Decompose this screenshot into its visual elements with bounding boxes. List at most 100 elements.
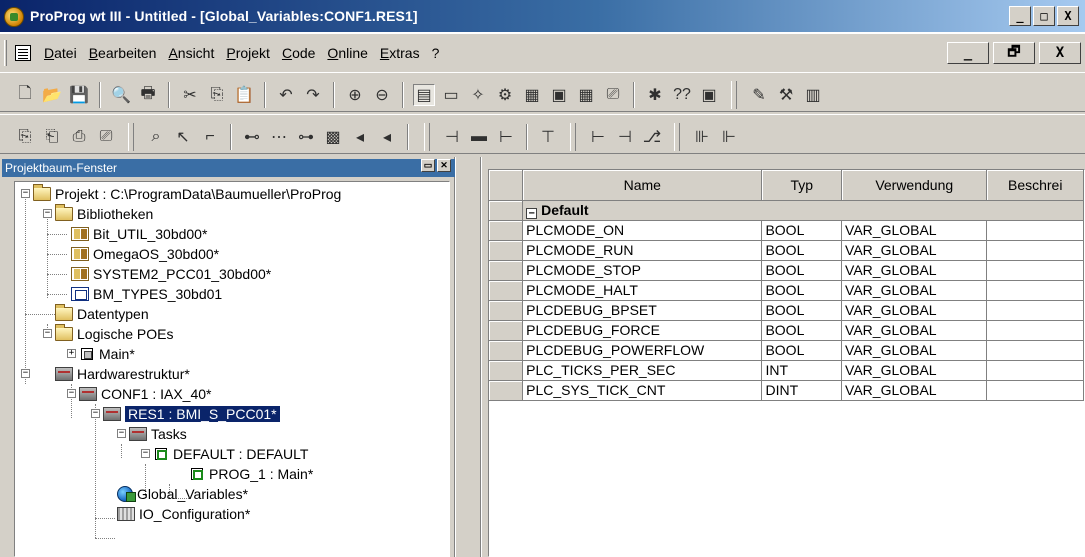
print-preview-icon[interactable]: 🔍 xyxy=(110,84,132,106)
comment-icon[interactable]: ⋯ xyxy=(268,126,290,148)
insert-var-icon[interactable]: ⎗ xyxy=(41,126,63,148)
table-row[interactable]: PLCDEBUG_FORCE BOOL VAR_GLOBAL xyxy=(489,320,1084,341)
menu-help[interactable]: ? xyxy=(426,45,446,61)
project-tree[interactable]: − Projekt : C:\ProgramData\Baumueller\Pr… xyxy=(14,181,450,557)
zoom-in-icon[interactable]: ⊕ xyxy=(344,84,366,106)
menu-bearbeiten[interactable]: Bearbeiten xyxy=(83,45,163,61)
table-row[interactable]: PLCDEBUG_BPSET BOOL VAR_GLOBAL xyxy=(489,300,1084,321)
cell-beschreibung[interactable] xyxy=(986,220,1084,241)
tree-collapse-hardware[interactable]: − xyxy=(21,369,30,378)
row-header[interactable] xyxy=(489,220,524,241)
help-icon[interactable]: ?? xyxy=(671,84,693,106)
ladder-mid-icon[interactable]: ▬ xyxy=(468,126,490,148)
tree-node-project[interactable]: Projekt : C:\ProgramData\Baumueller\ProP… xyxy=(33,184,341,204)
row-header[interactable] xyxy=(489,360,524,381)
copy-icon[interactable]: ⎘ xyxy=(206,84,228,106)
grid-icon[interactable]: ▦ xyxy=(575,84,597,106)
monitor-icon[interactable]: ▣ xyxy=(698,84,720,106)
group-cell[interactable]: − Default xyxy=(522,200,1084,221)
mdi-close-button[interactable]: X xyxy=(1039,42,1081,64)
line-icon[interactable]: ⌐ xyxy=(199,126,221,148)
mdi-restore-button[interactable]: 🗗 xyxy=(993,42,1035,64)
cell-typ[interactable]: BOOL xyxy=(761,280,843,301)
ladder-right-icon[interactable]: ⊢ xyxy=(495,126,517,148)
column-header-verwendung[interactable]: Verwendung xyxy=(841,170,988,201)
rung-left-icon[interactable]: ⊢ xyxy=(587,126,609,148)
maximize-button[interactable]: □ xyxy=(1033,6,1055,26)
tree-node-prog1[interactable]: PROG_1 : Main* xyxy=(191,464,313,484)
cell-beschreibung[interactable] xyxy=(986,300,1084,321)
document-icon[interactable] xyxy=(15,45,31,61)
column-header-beschreibung[interactable]: Beschrei xyxy=(986,170,1084,201)
cell-name[interactable]: PLCDEBUG_POWERFLOW xyxy=(522,340,763,361)
cell-name[interactable]: PLCDEBUG_BPSET xyxy=(522,300,763,321)
table-row[interactable]: PLCMODE_ON BOOL VAR_GLOBAL xyxy=(489,220,1084,241)
fb-call-icon[interactable]: ▩ xyxy=(322,126,344,148)
cell-typ[interactable]: BOOL xyxy=(761,320,843,341)
tree-collapse-default[interactable]: − xyxy=(141,449,150,458)
cell-typ[interactable]: BOOL xyxy=(761,340,843,361)
table-row[interactable]: PLC_TICKS_PER_SEC INT VAR_GLOBAL xyxy=(489,360,1084,381)
splitter[interactable] xyxy=(455,157,467,557)
tree-collapse-conf1[interactable]: − xyxy=(67,389,76,398)
cell-verwendung[interactable]: VAR_GLOBAL xyxy=(841,260,988,281)
cell-typ[interactable]: BOOL xyxy=(761,300,843,321)
tree-node-omegaos[interactable]: OmegaOS_30bd00* xyxy=(71,244,219,264)
cell-name[interactable]: PLCMODE_ON xyxy=(522,220,763,241)
tree-node-logische-poes[interactable]: Logische POEs xyxy=(55,324,174,344)
cell-typ[interactable]: DINT xyxy=(761,380,843,401)
cell-name[interactable]: PLCDEBUG_FORCE xyxy=(522,320,763,341)
panel-close-button[interactable]: ✕ xyxy=(437,159,451,172)
contact-icon[interactable]: ◂ xyxy=(349,126,371,148)
mdi-minimize-button[interactable]: _ xyxy=(947,42,989,64)
menu-online[interactable]: Online xyxy=(321,45,373,61)
edit-icon[interactable]: ✎ xyxy=(748,84,770,106)
collapse-group-icon[interactable]: − xyxy=(526,207,538,219)
contact-nc-icon[interactable]: ⊩ xyxy=(718,126,740,148)
tree-node-conf1[interactable]: CONF1 : IAX_40* xyxy=(79,384,212,404)
cell-beschreibung[interactable] xyxy=(986,260,1084,281)
row-header[interactable] xyxy=(489,260,524,281)
menu-grip[interactable] xyxy=(4,40,7,66)
wizard-icon[interactable]: ✧ xyxy=(467,84,489,106)
cell-typ[interactable]: BOOL xyxy=(761,220,843,241)
watch-icon[interactable]: ▣ xyxy=(548,84,570,106)
paste-icon[interactable]: 📋 xyxy=(233,84,255,106)
print-icon[interactable]: 🖶 xyxy=(137,84,159,106)
insert-pou-icon[interactable]: ⎘ xyxy=(14,126,36,148)
menu-datei[interactable]: Datei xyxy=(38,45,83,61)
tree-node-bibliotheken[interactable]: Bibliotheken xyxy=(55,204,153,224)
jump-icon[interactable]: ⊶ xyxy=(295,126,317,148)
app-icon[interactable] xyxy=(4,7,24,27)
insert-type-icon[interactable]: ⎙ xyxy=(68,126,90,148)
message-window-icon[interactable]: ▭ xyxy=(440,84,462,106)
config-icon[interactable]: ▥ xyxy=(802,84,824,106)
cell-beschreibung[interactable] xyxy=(986,320,1084,341)
table-row[interactable]: PLCMODE_STOP BOOL VAR_GLOBAL xyxy=(489,260,1084,281)
cell-typ[interactable]: INT xyxy=(761,360,843,381)
row-header-corner[interactable] xyxy=(489,170,524,201)
cell-name[interactable]: PLC_TICKS_PER_SEC xyxy=(522,360,763,381)
tree-collapse-project[interactable]: − xyxy=(21,189,30,198)
contact-no-icon[interactable]: ⊪ xyxy=(691,126,713,148)
tree-node-io-configuration[interactable]: IO_Configuration* xyxy=(117,504,250,524)
cell-verwendung[interactable]: VAR_GLOBAL xyxy=(841,380,988,401)
table-row[interactable]: PLCMODE_RUN BOOL VAR_GLOBAL xyxy=(489,240,1084,261)
table-row[interactable]: PLCDEBUG_POWERFLOW BOOL VAR_GLOBAL xyxy=(489,340,1084,361)
tree-collapse-res1[interactable]: − xyxy=(91,409,100,418)
row-header[interactable] xyxy=(489,320,524,341)
cell-beschreibung[interactable] xyxy=(986,360,1084,381)
group-row[interactable]: − Default xyxy=(489,200,1084,221)
cell-beschreibung[interactable] xyxy=(986,280,1084,301)
cell-beschreibung[interactable] xyxy=(986,340,1084,361)
cut-icon[interactable]: ✂ xyxy=(179,84,201,106)
network-icon[interactable]: ⎇ xyxy=(641,126,663,148)
tree-node-hardwarestruktur[interactable]: Hardwarestruktur* xyxy=(55,364,190,384)
cell-name[interactable]: PLCMODE_STOP xyxy=(522,260,763,281)
close-button[interactable]: X xyxy=(1057,6,1079,26)
cell-verwendung[interactable]: VAR_GLOBAL xyxy=(841,340,988,361)
cell-beschreibung[interactable] xyxy=(986,380,1084,401)
cell-verwendung[interactable]: VAR_GLOBAL xyxy=(841,220,988,241)
tree-node-default-task[interactable]: DEFAULT : DEFAULT xyxy=(155,444,308,464)
online-icon[interactable]: ⚙ xyxy=(494,84,516,106)
